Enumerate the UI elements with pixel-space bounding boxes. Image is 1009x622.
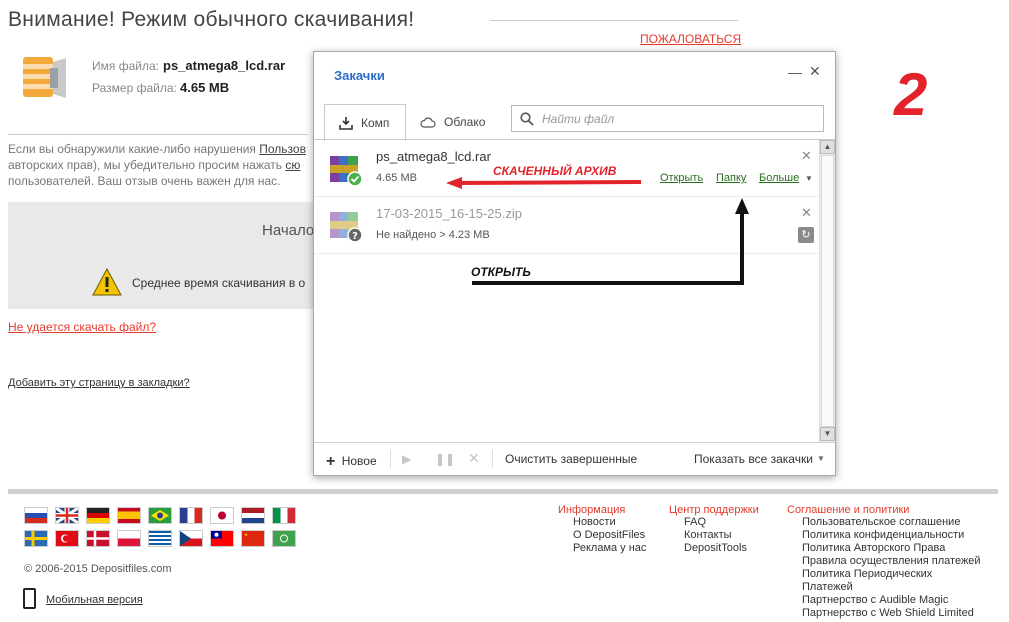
open-annotation: ОТКРЫТЬ: [471, 265, 531, 279]
downloaded-archive-annotation: СКАЧЕННЫЙ АРХИВ: [493, 164, 617, 178]
black-arrow-head: [735, 198, 749, 214]
red-arrow-head: [446, 177, 462, 189]
annotation-arrows: [446, 177, 749, 285]
red-arrow: [451, 180, 642, 185]
